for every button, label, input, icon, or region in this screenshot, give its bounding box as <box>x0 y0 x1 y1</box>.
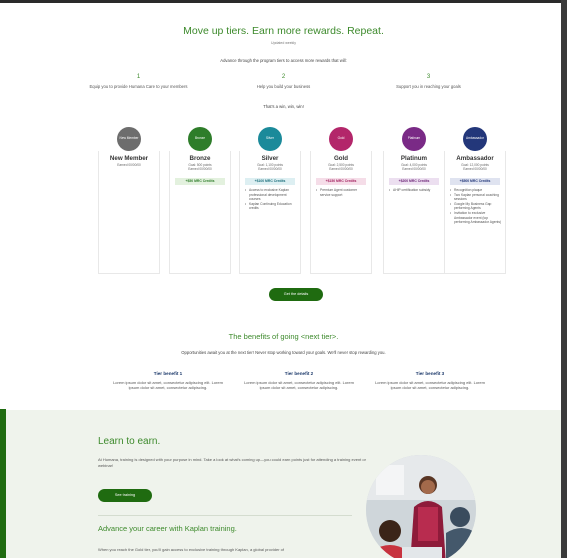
tier-benefit: Access to exclusive Kaplan professional … <box>245 188 297 202</box>
advance-title: Advance your career with Kaplan training… <box>98 524 237 533</box>
tier-benefits-list: Premium Agent customer service support <box>316 188 368 197</box>
tier-platinum: Platinum Platinum Goal: 4,000 points Ear… <box>383 124 445 274</box>
tier-name: New Member <box>109 155 149 162</box>
tier-meta: Goal: 500 points Earned 00/00/00 <box>169 163 231 172</box>
training-photo-illustration <box>366 455 476 558</box>
tier-earned: Earned 00/00/00 <box>402 167 426 172</box>
tier-badge-icon: Gold <box>329 127 353 151</box>
benefit-text: Lorem ipsum dolor sit amet, consectetur … <box>375 380 485 391</box>
advance-description: When you reach the Gold tier, you'll gai… <box>98 547 284 552</box>
step-number: 3 <box>426 74 431 80</box>
tier-earned: Earned 00/00/00 <box>258 167 282 172</box>
benefit-title: Tier benefit 1 <box>153 371 183 376</box>
tier-name: Ambassador <box>456 155 494 162</box>
rewards-page: Move up tiers. Earn more rewards. Repeat… <box>6 3 561 558</box>
benefits-description: Opportunities await you at the next tier… <box>181 350 386 355</box>
tier-benefits: Tier benefit 1 Lorem ipsum dolor sit ame… <box>109 371 489 391</box>
tier-earned: Earned 00/00/00 <box>329 167 353 172</box>
tier-credit-badge: +$500 MRC Credits <box>450 178 500 185</box>
get-details-button[interactable]: Get the details <box>269 288 323 301</box>
tier-earned: Earned 00/00/00 <box>117 163 141 167</box>
benefits-title: The benefits of going <next tier>. <box>228 332 339 341</box>
benefit-title: Tier benefit 2 <box>284 371 314 376</box>
tier-name: Gold <box>333 155 349 162</box>
tier-earned: Earned 00/00/00 <box>463 167 487 172</box>
tier-earned: Earned 00/00/00 <box>188 167 212 172</box>
hero-title: Move up tiers. Earn more rewards. Repeat… <box>183 25 384 37</box>
tier-benefits-list: Recognition plaque Two Kaplan personal c… <box>450 188 502 225</box>
tier-meta: Goal: 12,000 points Earned 00/00/00 <box>444 163 506 172</box>
tier-meta: Goal: 4,000 points Earned 00/00/00 <box>383 163 445 172</box>
section-divider <box>98 515 352 516</box>
tier-new-member: New Member New Member Earned 00/00/00 <box>98 124 160 274</box>
benefit-1: Tier benefit 1 Lorem ipsum dolor sit ame… <box>109 371 227 391</box>
tier-benefit: Google My Business Gap performing Agents <box>450 202 502 211</box>
benefit-title: Tier benefit 3 <box>415 371 445 376</box>
step-number: 1 <box>136 74 141 80</box>
tier-benefit: Two Kaplan personal coaching sessions <box>450 193 502 202</box>
tier-meta: Earned 00/00/00 <box>98 163 160 167</box>
training-photo <box>366 455 476 558</box>
step-2: 2 Help you build your business <box>211 74 356 89</box>
tier-name: Silver <box>261 155 279 162</box>
tier-badge-icon: New Member <box>117 127 141 151</box>
tagline: That's a win, win, win! <box>263 104 304 109</box>
tier-name: Platinum <box>400 155 428 162</box>
tier-benefit: Premium Agent customer service support <box>316 188 368 197</box>
tier-credit-badge: +$50 MRC Credits <box>175 178 225 185</box>
learn-title: Learn to earn. <box>98 436 161 447</box>
learn-description: At Humana, training is designed with you… <box>98 457 366 468</box>
tier-badge-icon: Ambassador <box>463 127 487 151</box>
tier-badge-icon: Platinum <box>402 127 426 151</box>
tier-bronze: Bronze Bronze Goal: 500 points Earned 00… <box>169 124 231 274</box>
step-text: Help you build your business <box>256 84 311 89</box>
step-3: 3 Support you in reaching your goals <box>356 74 501 89</box>
tier-cards: New Member New Member Earned 00/00/00 Br… <box>98 124 517 274</box>
step-1: 1 Equip you to provide Humana Care to yo… <box>66 74 211 89</box>
reward-steps: 1 Equip you to provide Humana Care to yo… <box>66 74 501 89</box>
tier-credit-badge: +$150 MRC Credits <box>316 178 366 185</box>
tier-silver: Silver Silver Goal: 1,100 points Earned … <box>239 124 301 274</box>
tier-credit-badge: +$200 MRC Credits <box>389 178 439 185</box>
see-training-button[interactable]: See training <box>98 489 152 502</box>
step-number: 2 <box>281 74 286 80</box>
tier-name: Bronze <box>189 155 211 162</box>
benefit-text: Lorem ipsum dolor sit amet, consectetur … <box>244 380 354 391</box>
benefit-text: Lorem ipsum dolor sit amet, consectetur … <box>113 380 223 391</box>
tier-meta: Goal: 2,500 points Earned 00/00/00 <box>310 163 372 172</box>
benefit-2: Tier benefit 2 Lorem ipsum dolor sit ame… <box>240 371 358 391</box>
tier-badge-icon: Bronze <box>188 127 212 151</box>
tier-benefit: Kaplan Continuing Education credits <box>245 202 297 211</box>
window-right-edge <box>561 0 567 558</box>
tier-meta: Goal: 1,100 points Earned 00/00/00 <box>239 163 301 172</box>
step-text: Support you in reaching your goals <box>396 84 461 89</box>
tier-card <box>98 151 160 274</box>
tier-benefits-list: Access to exclusive Kaplan professional … <box>245 188 297 211</box>
tier-ambassador: Ambassador Ambassador Goal: 12,000 point… <box>444 124 506 274</box>
step-text: Equip you to provide Humana Care to your… <box>89 84 188 89</box>
tier-gold: Gold Gold Goal: 2,500 points Earned 00/0… <box>310 124 372 274</box>
tier-benefit: Invitation to exclusive Ambassador event… <box>450 211 502 225</box>
tier-benefit: AHIP certification subsidy <box>389 188 441 193</box>
tier-credit-badge: +$100 MRC Credits <box>245 178 295 185</box>
hero-description: Advance through the program tiers to acc… <box>220 58 347 63</box>
tier-benefits-list: AHIP certification subsidy <box>389 188 441 193</box>
benefit-3: Tier benefit 3 Lorem ipsum dolor sit ame… <box>371 371 489 391</box>
tier-badge-icon: Silver <box>258 127 282 151</box>
hero-subtitle: Updated weekly <box>271 41 296 45</box>
learn-section: Learn to earn. At Humana, training is de… <box>6 410 561 558</box>
